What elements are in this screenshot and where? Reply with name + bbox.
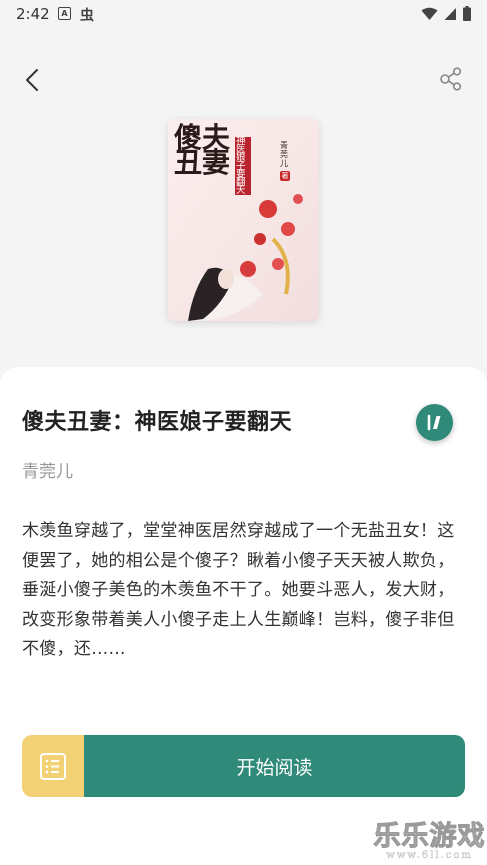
watermark-logo: 乐乐游戏 www.6ll.com: [372, 814, 487, 865]
wifi-icon: [421, 7, 438, 20]
signal-icon: [444, 7, 456, 20]
book-description: 木羡鱼穿越了，堂堂神医居然穿越成了一个无盐丑女！这便罢了，她的相公是个傻子？瞅着…: [22, 521, 455, 659]
watermark-text: 乐乐游戏: [373, 821, 486, 853]
cover-author-seal: 著: [280, 171, 290, 181]
note-fab-button[interactable]: [416, 404, 453, 441]
share-icon: [440, 67, 462, 91]
note-icon: [427, 414, 441, 431]
battery-icon: [463, 6, 471, 21]
cover-title: 傻夫丑妻: [174, 121, 231, 179]
share-button[interactable]: [438, 66, 464, 92]
start-reading-button[interactable]: 开始阅读: [84, 735, 465, 797]
cover-author: 青莞儿: [280, 141, 288, 168]
chevron-left-icon: [26, 69, 38, 91]
status-time: 2:42: [16, 5, 50, 23]
watermark-url: www.6ll.com: [386, 850, 473, 861]
back-button[interactable]: [20, 66, 46, 94]
book-author[interactable]: 青莞儿: [22, 457, 73, 482]
status-bar: 2:42 A 虫: [0, 0, 487, 28]
book-title: 傻夫丑妻：神医娘子要翻天: [22, 409, 293, 435]
cover-subtitle: 神医娘子要翻天: [236, 136, 246, 197]
bug-notification-icon: 虫: [80, 8, 94, 24]
status-icons: [421, 6, 471, 21]
a-notification-icon: A: [58, 7, 71, 20]
book-cover: 傻夫丑妻 神医娘子要翻天 青莞儿 著: [168, 119, 319, 321]
